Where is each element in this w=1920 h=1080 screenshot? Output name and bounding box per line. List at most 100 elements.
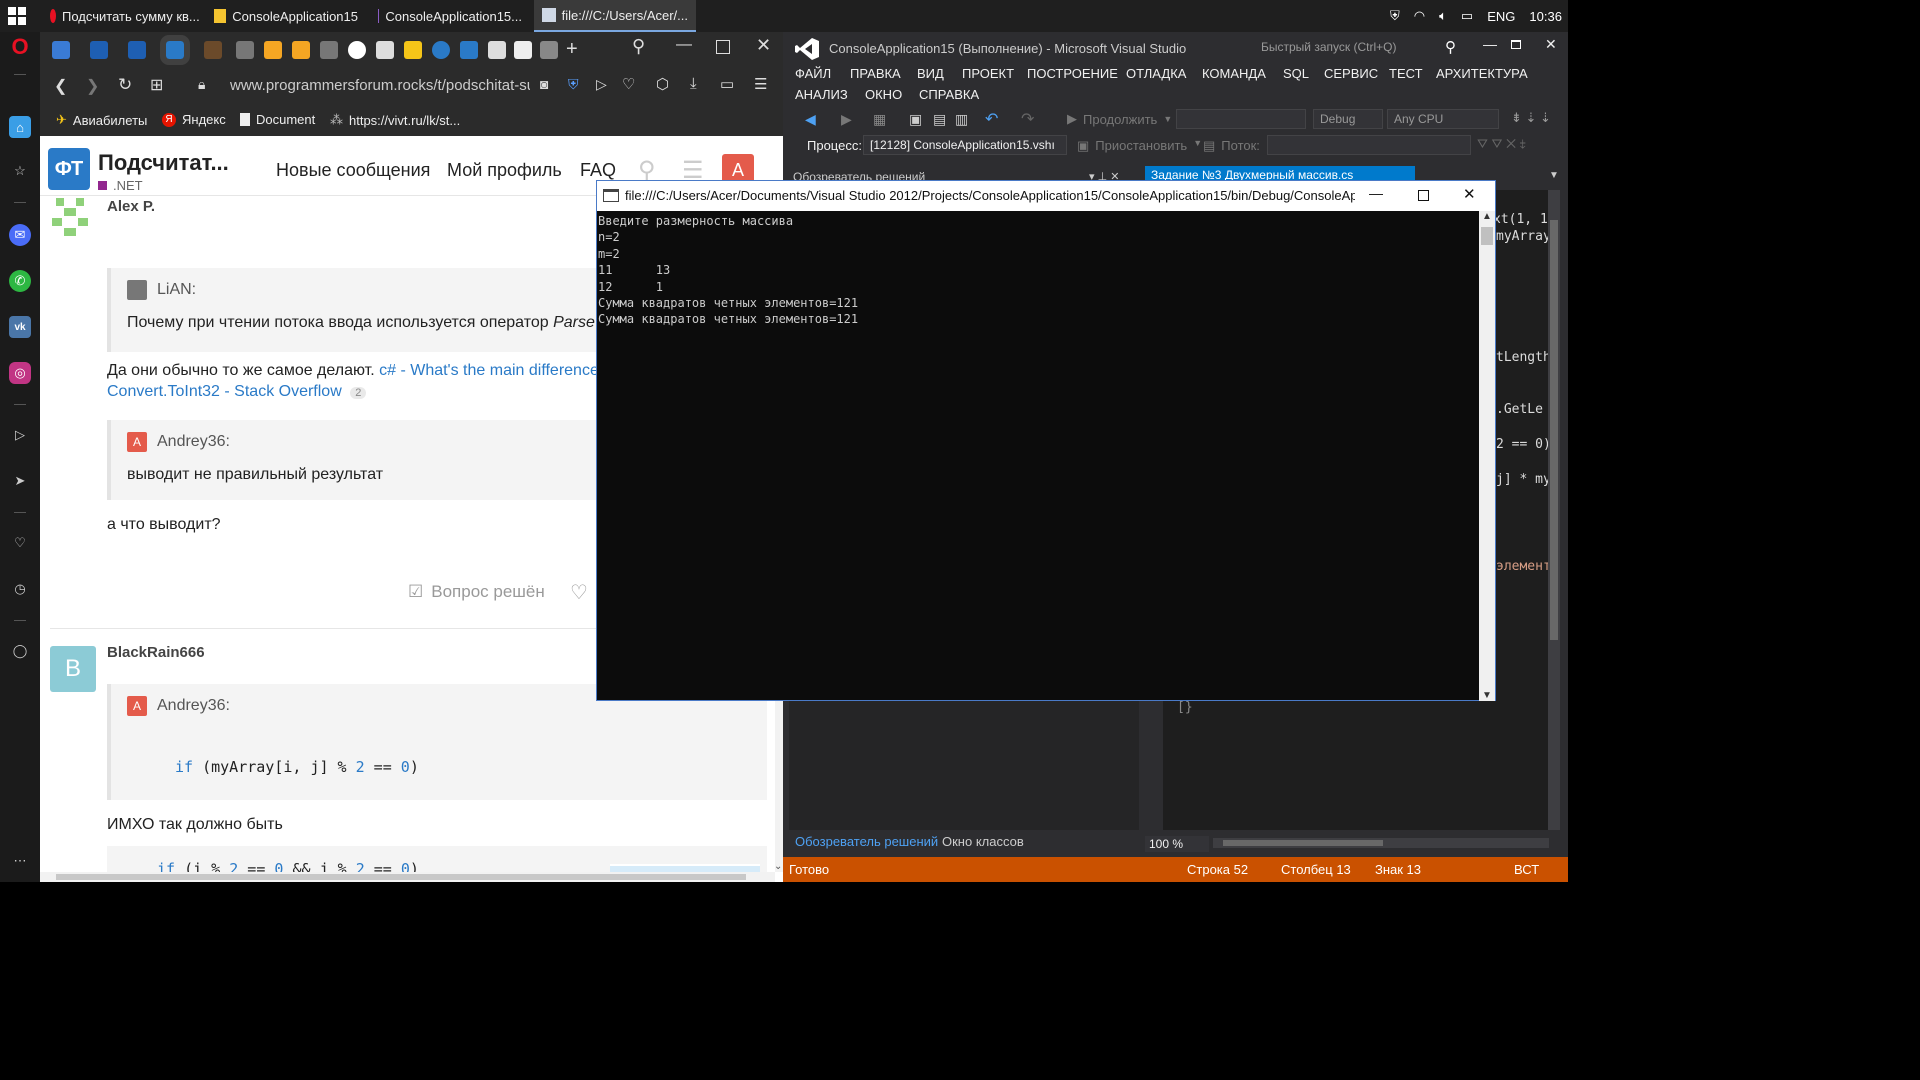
whatsapp-icon[interactable]: ✆ bbox=[9, 270, 31, 292]
console-output[interactable]: Введите размерность массива n=2 m=2 11 1… bbox=[597, 211, 1479, 701]
menu-debug[interactable]: ОТЛАДКА bbox=[1126, 66, 1186, 81]
configuration-combo[interactable]: Debug bbox=[1313, 109, 1383, 129]
nav-new-messages[interactable]: Новые сообщения bbox=[276, 160, 430, 181]
tab-favicon[interactable] bbox=[236, 41, 254, 59]
vk-icon[interactable]: vk bbox=[9, 316, 31, 338]
editor-hscrollbar[interactable] bbox=[1213, 838, 1549, 848]
target-combo[interactable] bbox=[1176, 109, 1306, 129]
menu-architecture[interactable]: АРХИТЕКТУРА bbox=[1436, 66, 1528, 81]
horizontal-scrollbar[interactable] bbox=[40, 872, 775, 882]
send-page-icon[interactable]: ▷ bbox=[596, 76, 607, 93]
quote-avatar[interactable]: A bbox=[127, 432, 147, 452]
tab-favicon[interactable] bbox=[128, 41, 146, 59]
easy-setup-icon[interactable]: ☰ bbox=[754, 75, 767, 93]
instagram-icon[interactable]: ◎ bbox=[9, 362, 31, 384]
vs-minimize-button[interactable]: — bbox=[1483, 36, 1497, 52]
taskbar-tab-console[interactable]: file:///C:/Users/Acer/... bbox=[534, 0, 696, 32]
tab-bottom-class-view[interactable]: Окно классов bbox=[942, 834, 1024, 849]
zoom-combo[interactable]: 100 % bbox=[1145, 836, 1209, 852]
quote-avatar[interactable] bbox=[127, 280, 147, 300]
menu-edit[interactable]: ПРАВКА bbox=[850, 66, 901, 81]
new-tab-button[interactable]: + bbox=[566, 38, 578, 61]
history-icon[interactable]: ◷ bbox=[9, 578, 31, 600]
bookmark-aviabilety[interactable]: ✈ Авиабилеты bbox=[56, 112, 147, 128]
menu-build[interactable]: ПОСТРОЕНИЕ bbox=[1027, 66, 1118, 81]
bookmark-document[interactable]: Document bbox=[240, 112, 315, 127]
tab-favicon[interactable] bbox=[320, 41, 338, 59]
heart-icon[interactable]: ♡ bbox=[9, 532, 31, 554]
close-button[interactable]: ✕ bbox=[756, 35, 771, 56]
messenger-icon[interactable]: ✉ bbox=[9, 224, 31, 246]
back-navigate-icon[interactable]: ◀ bbox=[805, 111, 816, 128]
tab-favicon[interactable] bbox=[52, 41, 70, 59]
tab-favicon[interactable] bbox=[460, 41, 478, 59]
back-icon[interactable]: ❮ bbox=[54, 76, 67, 96]
tab-favicon-active[interactable] bbox=[160, 35, 190, 65]
shield-icon[interactable]: ⛨ bbox=[1390, 8, 1400, 24]
toolbar-overflow-icon[interactable]: ⇟ ⇣ ⇣ bbox=[1511, 110, 1551, 126]
bookmark-yandex[interactable]: Я Яндекс bbox=[162, 112, 226, 127]
tab-favicon[interactable] bbox=[432, 41, 450, 59]
scroll-up-icon[interactable]: ▲ bbox=[1482, 211, 1492, 222]
like-heart-icon[interactable]: ♡ bbox=[570, 580, 588, 605]
post-link[interactable]: Convert.ToInt32 - Stack Overflow bbox=[107, 383, 342, 400]
tab-favicon[interactable] bbox=[204, 41, 222, 59]
menu-tools[interactable]: СЕРВИС bbox=[1324, 66, 1378, 81]
opera-menu-icon[interactable]: O bbox=[9, 34, 31, 59]
battery-icon[interactable]: ▭ bbox=[1461, 8, 1473, 24]
volume-icon[interactable]: 🔈︎ bbox=[1439, 8, 1447, 24]
tab-favicon[interactable] bbox=[488, 41, 506, 59]
console-maximize-button[interactable] bbox=[1418, 190, 1429, 201]
bookmark-vivt[interactable]: ⁂ https://vivt.ru/lk/st... bbox=[330, 112, 460, 128]
post-author[interactable]: Alex P. bbox=[107, 198, 155, 215]
download-icon[interactable]: ⤓ bbox=[690, 75, 697, 92]
taskbar-tab-folder[interactable]: ConsoleApplication15 bbox=[206, 0, 366, 32]
extension-icon[interactable]: ⬡ bbox=[656, 75, 669, 93]
console-minimize-button[interactable]: — bbox=[1369, 185, 1383, 201]
platform-combo[interactable]: Any CPU bbox=[1387, 109, 1499, 129]
menu-sql[interactable]: SQL bbox=[1283, 66, 1309, 81]
tab-bottom-solution-explorer[interactable]: Обозреватель решений bbox=[795, 834, 938, 849]
nav-faq[interactable]: FAQ bbox=[580, 160, 616, 181]
search-tabs-icon[interactable]: ⚲ bbox=[632, 36, 645, 57]
redo-icon[interactable]: ↷ bbox=[1021, 109, 1034, 129]
quick-launch-input[interactable]: Быстрый запуск (Ctrl+Q) bbox=[1257, 38, 1457, 58]
save-all-icon[interactable]: ▥ bbox=[955, 111, 968, 128]
tabs-grid-icon[interactable]: ⊞ bbox=[150, 75, 163, 95]
tab-favicon[interactable] bbox=[90, 41, 108, 59]
continue-button[interactable]: ▶ Продолжить ▼ bbox=[1067, 111, 1172, 127]
menu-file[interactable]: ФАЙЛ bbox=[795, 66, 831, 81]
nav-my-profile[interactable]: Мой профиль bbox=[447, 160, 562, 181]
url-field[interactable]: www.programmersforum.rocks/t/podschitat-… bbox=[230, 77, 530, 94]
camera-icon[interactable]: ◙ bbox=[540, 76, 548, 92]
tab-favicon[interactable] bbox=[404, 41, 422, 59]
solved-button[interactable]: ☑ Вопрос решён bbox=[408, 582, 545, 602]
post-link[interactable]: c# - What's the main difference be bbox=[379, 362, 621, 379]
battery-saver-icon[interactable]: ▭ bbox=[720, 75, 734, 93]
post-avatar[interactable]: B bbox=[50, 646, 96, 692]
topic-progress[interactable]: 3 / 4 bbox=[610, 864, 760, 872]
console-close-button[interactable]: ✕ bbox=[1463, 185, 1476, 203]
new-project-icon[interactable]: ▦ bbox=[873, 111, 886, 128]
quote-author[interactable]: LiAN: bbox=[157, 281, 196, 299]
quick-launch-search-icon[interactable]: ⚲ bbox=[1445, 38, 1456, 56]
process-combo[interactable]: [12128] ConsoleApplication15.vshı bbox=[863, 135, 1067, 155]
lightbulb-icon[interactable]: ◯ bbox=[9, 640, 31, 662]
menu-analyze[interactable]: АНАЛИЗ bbox=[795, 87, 848, 102]
wifi-icon[interactable]: ◠ bbox=[1414, 8, 1425, 24]
menu-test[interactable]: ТЕСТ bbox=[1389, 66, 1423, 81]
tab-favicon[interactable] bbox=[514, 41, 532, 59]
menu-team[interactable]: КОМАНДА bbox=[1202, 66, 1266, 81]
quote-author[interactable]: Andrey36: bbox=[157, 433, 230, 451]
start-button[interactable] bbox=[8, 7, 26, 25]
maximize-button[interactable] bbox=[716, 40, 730, 54]
more-icon[interactable]: ⋯ bbox=[9, 850, 31, 872]
forward-icon[interactable]: ❯ bbox=[86, 76, 99, 96]
speed-dial-icon[interactable]: ☆ bbox=[9, 160, 31, 182]
minimize-button[interactable]: — bbox=[676, 36, 692, 54]
language-indicator[interactable]: ENG bbox=[1487, 9, 1515, 24]
tab-favicon[interactable] bbox=[292, 41, 310, 59]
open-file-icon[interactable]: ▣ bbox=[909, 111, 922, 128]
save-icon[interactable]: ▤ bbox=[933, 111, 946, 128]
home-icon[interactable]: ⌂ bbox=[9, 116, 31, 138]
